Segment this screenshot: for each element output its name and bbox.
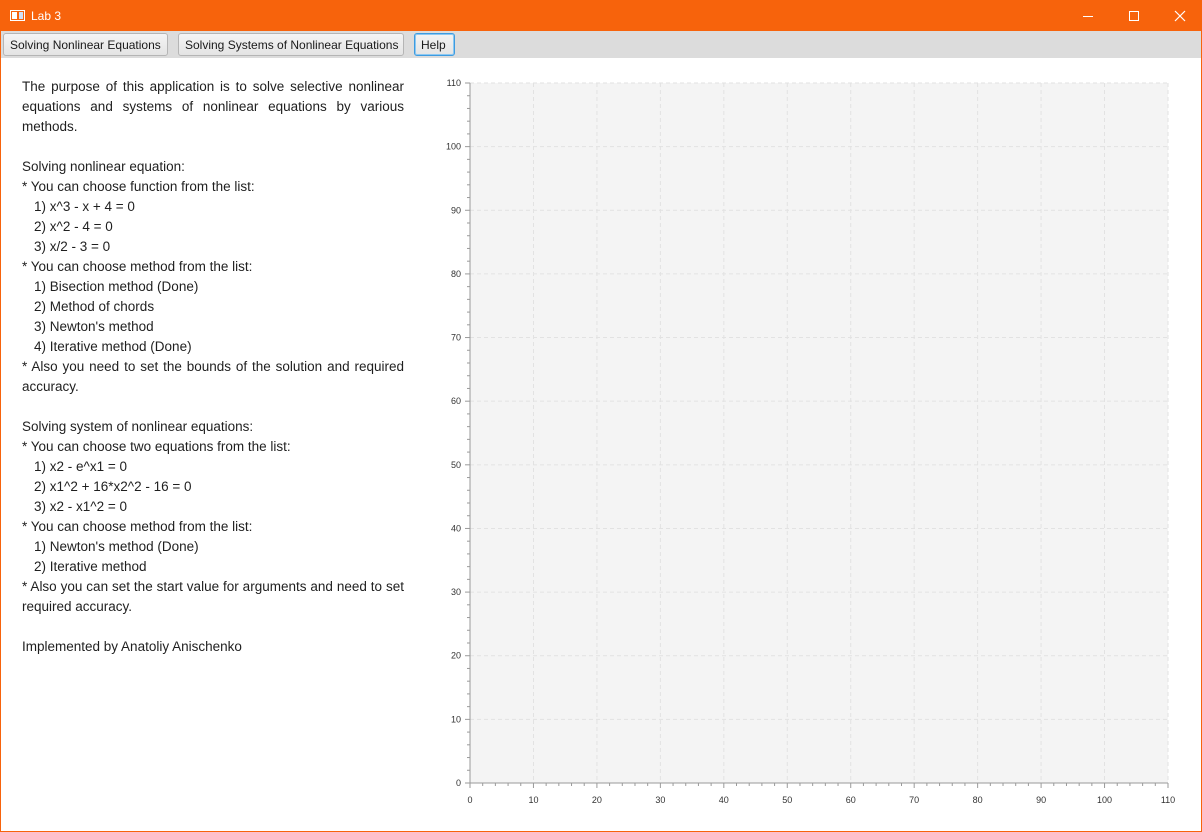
y-tick-label: 70 <box>451 333 461 343</box>
sys-eq-item: 3) x2 - x1^2 = 0 <box>34 499 128 514</box>
sys-eq-prompt: * You can choose two equations from the … <box>22 439 291 454</box>
maximize-icon <box>1129 11 1139 21</box>
tab-toolbar: Solving Nonlinear Equations Solving Syst… <box>1 31 1201 58</box>
sys-method-item: 1) Newton's method (Done) <box>34 539 199 554</box>
close-button[interactable] <box>1157 1 1202 31</box>
app-icon <box>10 10 25 21</box>
x-tick-label: 0 <box>467 795 472 805</box>
y-tick-label: 60 <box>451 396 461 406</box>
eq-method-item: 3) Newton's method <box>34 319 154 334</box>
sys-method-prompt: * You can choose method from the list: <box>22 519 253 534</box>
window-title: Lab 3 <box>31 9 62 23</box>
y-tick-label: 110 <box>447 78 461 88</box>
sys-method-item: 2) Iterative method <box>34 559 147 574</box>
app-window: Lab 3 Solving Nonlinear Equations Solvin… <box>0 0 1202 832</box>
x-tick-label: 40 <box>719 795 729 805</box>
y-tick-label: 80 <box>451 269 461 279</box>
eq-method-item: 4) Iterative method (Done) <box>34 339 192 354</box>
eq-func-item: 2) x^2 - 4 = 0 <box>34 219 113 234</box>
minimize-button[interactable] <box>1065 1 1111 31</box>
y-tick-label: 100 <box>446 142 461 152</box>
title-bar[interactable]: Lab 3 <box>1 1 1201 31</box>
eq-func-item: 1) x^3 - x + 4 = 0 <box>34 199 135 214</box>
help-text: The purpose of this application is to so… <box>22 77 404 657</box>
line-chart[interactable]: 0 10 20 30 40 50 60 70 80 90 100 110 0 10 20 30 40 50 60 70… <box>433 73 1193 813</box>
close-icon <box>1174 10 1186 22</box>
y-tick-label: 90 <box>451 205 461 215</box>
x-tick-label: 100 <box>1097 795 1112 805</box>
eq-method-item: 2) Method of chords <box>34 299 155 314</box>
tab-solving-systems[interactable]: Solving Systems of Nonlinear Equations <box>178 33 404 56</box>
author-text: Implemented by Anatoliy Anischenko <box>22 639 242 654</box>
eq-func-item: 3) x/2 - 3 = 0 <box>34 239 111 254</box>
y-tick-label: 20 <box>451 651 461 661</box>
x-tick-label: 60 <box>846 795 856 805</box>
sys-eq-item: 2) x1^2 + 16*x2^2 - 16 = 0 <box>34 479 192 494</box>
tab-solving-nonlinear-equations[interactable]: Solving Nonlinear Equations <box>3 33 168 56</box>
x-tick-label: 90 <box>1036 795 1046 805</box>
x-tick-label: 30 <box>655 795 665 805</box>
y-tick-label: 10 <box>451 714 461 724</box>
eq-method-item: 1) Bisection method (Done) <box>34 279 199 294</box>
x-tick-label: 50 <box>782 795 792 805</box>
plot-area[interactable] <box>470 83 1168 783</box>
x-tick-label: 20 <box>592 795 602 805</box>
sys-note: * Also you can set the start value for a… <box>22 579 404 614</box>
tab-help[interactable]: Help <box>414 33 455 56</box>
intro-text: The purpose of this application is to so… <box>22 79 404 134</box>
y-tick-label: 40 <box>451 523 461 533</box>
y-tick-label: 50 <box>451 460 461 470</box>
x-tick-label: 110 <box>1161 795 1175 805</box>
eq-note: * Also you need to set the bounds of the… <box>22 359 404 394</box>
minimize-icon <box>1083 15 1093 17</box>
eq-method-prompt: * You can choose method from the list: <box>22 259 253 274</box>
sys-eq-item: 1) x2 - e^x1 = 0 <box>34 459 128 474</box>
x-tick-label: 80 <box>973 795 983 805</box>
y-tick-label: 30 <box>451 587 461 597</box>
maximize-button[interactable] <box>1111 1 1157 31</box>
sys-heading: Solving system of nonlinear equations: <box>22 419 254 434</box>
eq-func-prompt: * You can choose function from the list: <box>22 179 255 194</box>
y-tick-label: 0 <box>456 778 461 788</box>
eq-heading: Solving nonlinear equation: <box>22 159 185 174</box>
x-tick-label: 10 <box>528 795 538 805</box>
x-tick-label: 70 <box>909 795 919 805</box>
